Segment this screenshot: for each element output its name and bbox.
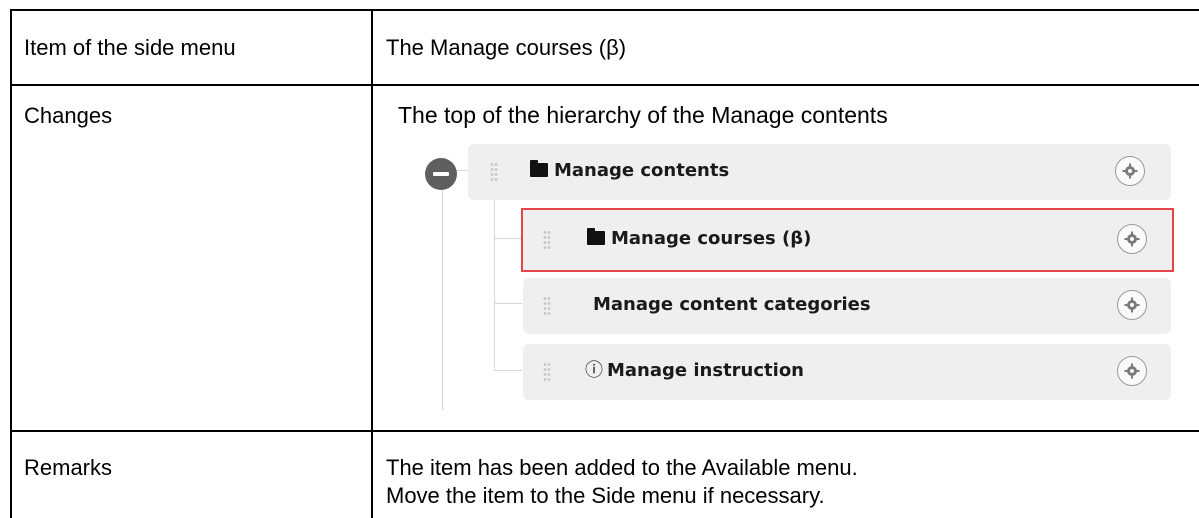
menu-node-label: Manage courses (β) [587,228,811,250]
menu-node-manage-instruction[interactable]: ⓘ Manage instruction [523,344,1171,400]
menu-node-label: Manage content categories [593,294,871,315]
tree-connector [494,303,522,304]
tree-connector [494,370,522,371]
menu-node-manage-content-categories[interactable]: Manage content categories [523,278,1171,334]
table-border-middle [371,9,373,518]
menu-node-label: ⓘ Manage instruction [585,360,804,381]
table-border-row2 [10,430,1199,432]
folder-icon [587,228,605,245]
tree-connector [494,200,495,371]
table-border-top [10,9,1199,11]
table-border-left [10,9,12,518]
menu-node-label: Manage contents [530,160,729,182]
row-value-changes: The top of the hierarchy of the Manage c… [398,102,888,128]
tree-connector [494,238,522,239]
row-label-side-menu-item: Item of the side menu [24,35,236,60]
collapse-icon[interactable] [425,158,457,190]
drag-handle-icon[interactable] [543,296,551,316]
row-value-side-menu-item: The Manage courses (β) [386,35,627,60]
gear-icon[interactable] [1117,356,1147,386]
gear-icon[interactable] [1117,224,1147,254]
gear-icon[interactable] [1117,290,1147,320]
drag-handle-icon[interactable] [490,162,498,182]
tree-connector [442,185,443,410]
row-value-remarks-line1: The item has been added to the Available… [386,455,858,480]
gear-icon[interactable] [1115,156,1145,186]
folder-icon [530,160,548,177]
drag-handle-icon[interactable] [543,230,551,250]
row-value-remarks-line2: Move the item to the Side menu if necess… [386,483,825,508]
drag-handle-icon[interactable] [543,362,551,382]
row-label-remarks: Remarks [24,455,113,480]
row-label-changes: Changes [24,103,113,128]
menu-node-manage-courses[interactable]: Manage courses (β) [521,208,1174,272]
table-border-row1 [10,84,1199,86]
chat-alert-icon: ⓘ [585,360,603,381]
menu-node-manage-contents[interactable]: Manage contents [468,144,1171,200]
menu-tree-screenshot: Manage contents Manage courses (β) Manag… [390,138,1197,410]
